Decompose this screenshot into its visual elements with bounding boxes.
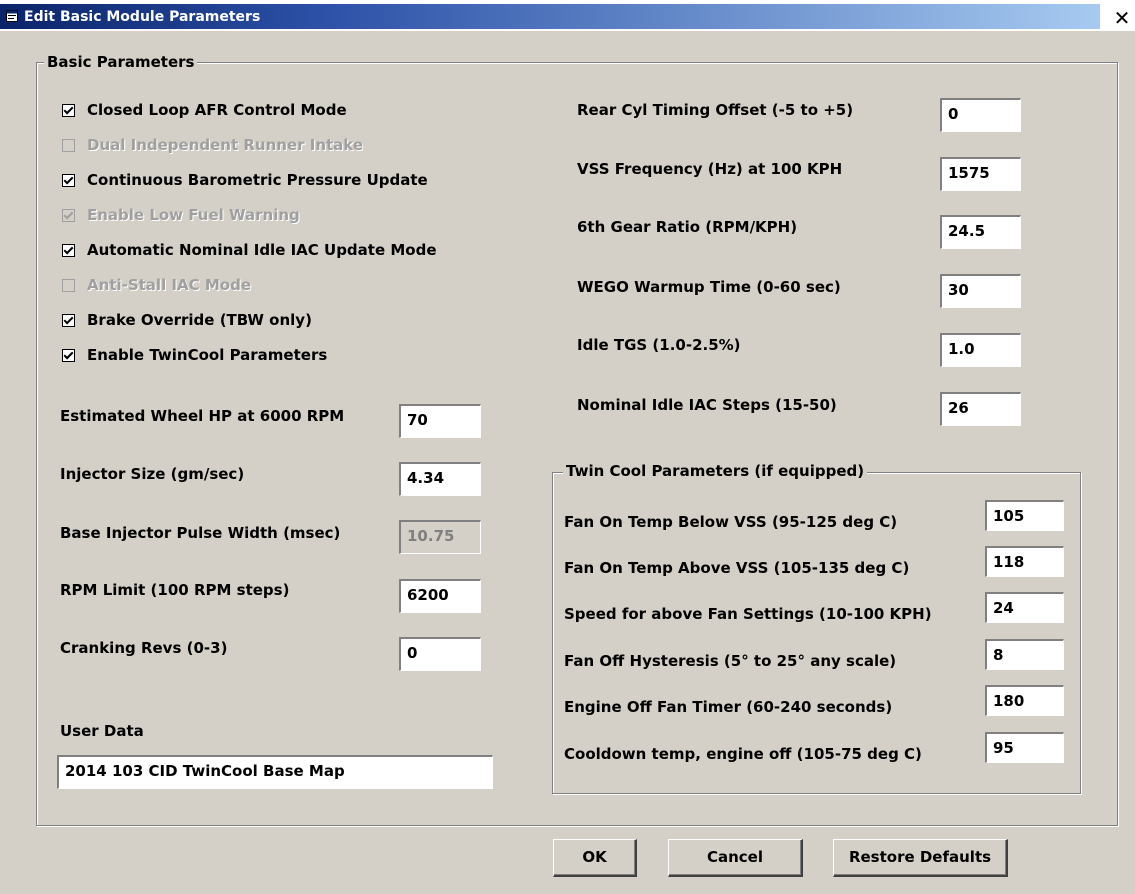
input-user-data[interactable]: 2014 103 CID TwinCool Base Map <box>57 755 493 789</box>
input-injector-size[interactable]: 4.34 <box>399 462 481 496</box>
checkbox-unchecked-icon <box>62 138 75 152</box>
input-wego-warmup[interactable]: 30 <box>940 274 1021 308</box>
label-wego-warmup: WEGO Warmup Time (0-60 sec) <box>577 278 841 296</box>
label-user-data: User Data <box>60 722 144 740</box>
checkbox-checked-icon[interactable] <box>62 173 75 187</box>
close-icon[interactable]: ✕ <box>1110 8 1134 30</box>
checkbox-enable-twincool[interactable]: Enable TwinCool Parameters <box>62 346 327 364</box>
cancel-button[interactable]: Cancel <box>668 839 803 877</box>
input-rpm-limit[interactable]: 6200 <box>399 579 481 613</box>
input-vss-frequency[interactable]: 1575 <box>940 157 1021 191</box>
label-fan-on-above-vss: Fan On Temp Above VSS (105-135 deg C) <box>564 559 910 577</box>
input-fan-off-hysteresis[interactable]: 8 <box>985 639 1064 670</box>
label-speed-fan-settings: Speed for above Fan Settings (10-100 KPH… <box>564 605 932 623</box>
label-vss-frequency: VSS Frequency (Hz) at 100 KPH <box>577 160 843 178</box>
input-6th-gear-ratio[interactable]: 24.5 <box>940 215 1021 249</box>
checkbox-continuous-baro[interactable]: Continuous Barometric Pressure Update <box>62 171 428 189</box>
input-idle-tgs[interactable]: 1.0 <box>940 333 1021 367</box>
checkbox-checked-icon <box>62 208 75 222</box>
checkbox-label: Dual Independent Runner Intake <box>87 136 364 154</box>
checkbox-anti-stall-iac: Anti-Stall IAC Mode <box>62 276 251 294</box>
checkbox-checked-icon[interactable] <box>62 103 75 117</box>
checkbox-low-fuel-warning: Enable Low Fuel Warning <box>62 206 300 224</box>
label-idle-tgs: Idle TGS (1.0-2.5%) <box>577 336 741 354</box>
checkbox-label: Enable TwinCool Parameters <box>87 346 328 364</box>
label-rpm-limit: RPM Limit (100 RPM steps) <box>60 581 290 599</box>
label-wheel-hp: Estimated Wheel HP at 6000 RPM <box>60 407 345 425</box>
edit-basic-module-dialog: Edit Basic Module Parameters ✕ Basic Par… <box>0 0 1135 894</box>
label-cranking-revs: Cranking Revs (0-3) <box>60 639 228 657</box>
twin-cool-legend: Twin Cool Parameters (if equipped) <box>563 462 868 480</box>
restore-defaults-button[interactable]: Restore Defaults <box>833 839 1008 877</box>
input-engine-off-fan-timer[interactable]: 180 <box>985 685 1064 716</box>
input-fan-on-below-vss[interactable]: 105 <box>985 500 1064 531</box>
checkbox-label: Brake Override (TBW only) <box>87 311 312 329</box>
input-nominal-idle-iac[interactable]: 26 <box>940 392 1021 426</box>
label-engine-off-fan-timer: Engine Off Fan Timer (60-240 seconds) <box>564 698 893 716</box>
title-bar: Edit Basic Module Parameters ✕ <box>0 0 1135 31</box>
checkbox-label: Closed Loop AFR Control Mode <box>87 101 347 119</box>
checkbox-checked-icon[interactable] <box>62 313 75 327</box>
label-injector-size: Injector Size (gm/sec) <box>60 465 245 483</box>
checkbox-closed-loop-afr[interactable]: Closed Loop AFR Control Mode <box>62 101 347 119</box>
input-wheel-hp[interactable]: 70 <box>399 404 481 438</box>
checkbox-auto-nominal-idle-iac[interactable]: Automatic Nominal Idle IAC Update Mode <box>62 241 437 259</box>
input-base-injector-pw: 10.75 <box>399 520 481 554</box>
input-cranking-revs[interactable]: 0 <box>399 637 481 671</box>
checkbox-label: Anti-Stall IAC Mode <box>87 276 251 294</box>
checkbox-label: Automatic Nominal Idle IAC Update Mode <box>87 241 437 259</box>
window-icon <box>6 10 18 22</box>
input-fan-on-above-vss[interactable]: 118 <box>985 546 1064 577</box>
label-fan-off-hysteresis: Fan Off Hysteresis (5° to 25° any scale) <box>564 652 897 670</box>
ok-button[interactable]: OK <box>553 839 637 877</box>
label-base-injector-pw: Base Injector Pulse Width (msec) <box>60 524 341 542</box>
input-cooldown-temp[interactable]: 95 <box>985 732 1064 763</box>
input-speed-fan-settings[interactable]: 24 <box>985 592 1064 623</box>
checkbox-unchecked-icon <box>62 278 75 292</box>
label-6th-gear-ratio: 6th Gear Ratio (RPM/KPH) <box>577 218 798 236</box>
label-nominal-idle-iac: Nominal Idle IAC Steps (15-50) <box>577 396 837 414</box>
label-rear-cyl-timing: Rear Cyl Timing Offset (-5 to +5) <box>577 101 854 119</box>
window-title: Edit Basic Module Parameters <box>24 9 261 25</box>
checkbox-label: Enable Low Fuel Warning <box>87 206 300 224</box>
label-fan-on-below-vss: Fan On Temp Below VSS (95-125 deg C) <box>564 513 898 531</box>
input-rear-cyl-timing[interactable]: 0 <box>940 98 1021 132</box>
checkbox-label: Continuous Barometric Pressure Update <box>87 171 428 189</box>
checkbox-checked-icon[interactable] <box>62 348 75 362</box>
checkbox-dual-independent-runner: Dual Independent Runner Intake <box>62 136 363 154</box>
label-cooldown-temp: Cooldown temp, engine off (105-75 deg C) <box>564 745 922 763</box>
checkbox-checked-icon[interactable] <box>62 243 75 257</box>
basic-parameters-legend: Basic Parameters <box>44 53 198 71</box>
checkbox-brake-override[interactable]: Brake Override (TBW only) <box>62 311 312 329</box>
